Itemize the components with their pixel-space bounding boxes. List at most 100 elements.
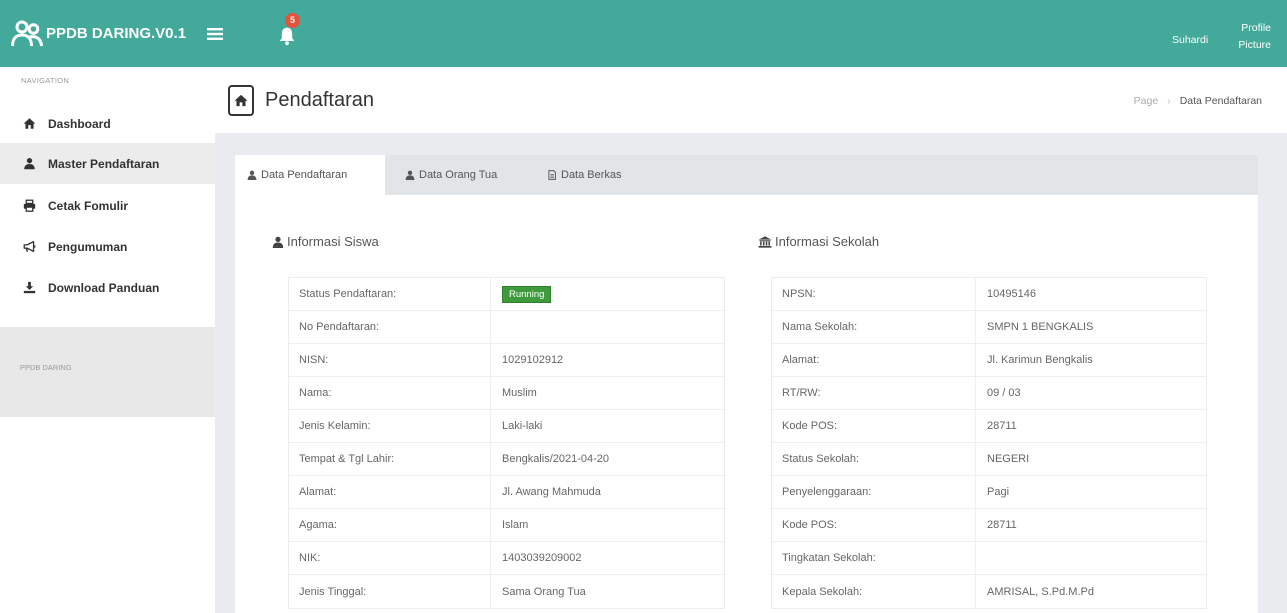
row-value: 28711 [987,420,1017,432]
row-value: Jl. Awang Mahmuda [502,486,601,498]
table-row: Tempat & Tgl Lahir: Bengkalis/2021-04-20 [289,443,724,476]
row-label: Alamat: [772,344,976,376]
row-value: Laki-laki [502,420,543,432]
row-value: NEGERI [987,453,1030,465]
tab-label: Data Berkas [561,169,622,181]
download-icon [23,281,36,294]
row-label: Alamat: [289,476,491,508]
table-row: Agama: Islam [289,509,724,542]
page-header: Pendaftaran Page › Data Pendaftaran [215,67,1287,133]
tab-data-orang-tua[interactable]: Data Orang Tua [393,155,527,195]
sidebar-footer-text: PPDB DARING [20,363,72,372]
tab-data-pendaftaran[interactable]: Data Pendaftaran [235,155,385,195]
tab-panel: Informasi Siswa Status Pendaftaran: Runn… [235,195,1258,613]
row-label: Jenis Kelamin: [289,410,491,442]
user-icon [405,170,415,180]
row-value [976,542,1206,574]
table-row: No Pendaftaran: [289,311,724,344]
user-name[interactable]: Suhardi [1172,34,1208,46]
row-value: AMRISAL, S.Pd.M.Pd [987,585,1094,598]
tab-data-berkas[interactable]: Data Berkas [535,155,645,195]
bank-icon [758,235,772,248]
table-row: Kepala Sekolah: AMRISAL, S.Pd.M.Pd [772,575,1206,608]
breadcrumb-current: Data Pendaftaran [1179,95,1262,107]
table-row: Tingkatan Sekolah: [772,542,1206,575]
nav-header: NAVIGATION [21,76,70,85]
page-title: Pendaftaran [265,89,374,111]
main-content: Pendaftaran Page › Data Pendaftaran Data… [215,67,1287,613]
row-label: Nama Sekolah: [772,311,976,343]
sidebar-item-pengumuman[interactable]: Pengumuman [0,226,215,267]
row-value: Jl. Karimun Bengkalis [987,354,1093,366]
row-value: 28711 [987,519,1017,531]
row-label: Jenis Tinggal: [289,575,491,608]
row-value: 09 / 03 [987,387,1021,399]
sekolah-table: NPSN: 10495146 Nama Sekolah: SMPN 1 BENG… [771,277,1207,609]
row-value: Muslim [502,387,537,399]
siswa-table: Status Pendaftaran: Running No Pendaftar… [288,277,725,609]
row-label: NPSN: [772,278,976,310]
row-label: Tempat & Tgl Lahir: [289,443,491,475]
table-row: Jenis Tinggal: Sama Orang Tua [289,575,724,608]
table-row: Nama Sekolah: SMPN 1 BENGKALIS [772,311,1206,344]
user-icon [247,170,257,180]
sidebar-item-label: Pengumuman [48,239,128,254]
row-value: 10495146 [987,288,1036,300]
sidebar-item-label: Dashboard [48,116,111,131]
sidebar-item-master-pendaftaran[interactable]: Master Pendaftaran [0,143,215,184]
hamburger-icon[interactable] [207,27,223,41]
brand-title[interactable]: PPDB DARING.V0.1 [46,25,186,43]
table-row: Alamat: Jl. Karimun Bengkalis [772,344,1206,377]
sidebar-item-label: Master Pendaftaran [48,156,160,171]
sidebar-item-label: Cetak Fomulir [48,198,129,213]
row-label: Kode POS: [772,509,976,541]
top-navbar: PPDB DARING.V0.1 5 Suhardi Profile Pictu… [0,0,1287,67]
avatar[interactable]: Profile Picture [1229,20,1271,54]
row-value: Sama Orang Tua [502,585,586,598]
row-value: 1403039209002 [502,552,582,564]
section-title-siswa: Informasi Siswa [272,234,379,249]
row-value [491,311,724,343]
tab-label: Data Pendaftaran [261,169,348,181]
table-row: Kode POS: 28711 [772,410,1206,443]
bell-icon[interactable] [278,26,296,46]
section-title-text: Informasi Siswa [287,234,379,249]
table-row: RT/RW: 09 / 03 [772,377,1206,410]
tab-bar: Data Pendaftaran Data Orang Tua Data Ber… [235,155,1258,195]
row-label: No Pendaftaran: [289,311,491,343]
row-label: Status Pendaftaran: [289,278,491,310]
file-icon [547,170,557,180]
row-label: Tingkatan Sekolah: [772,542,976,574]
row-value: Pagi [987,486,1010,498]
table-row: NISN: 1029102912 [289,344,724,377]
table-row: Status Pendaftaran: Running [289,278,724,311]
row-label: NIK: [289,542,491,574]
row-label: NISN: [289,344,491,376]
sidebar-footer: PPDB DARING [0,327,215,417]
row-value: Running [491,278,724,310]
users-icon [10,19,44,49]
row-label: Kode POS: [772,410,976,442]
sidebar-item-cetak-fomulir[interactable]: Cetak Fomulir [0,185,215,226]
sidebar-item-dashboard[interactable]: Dashboard [0,103,215,144]
row-label: Penyelenggaraan: [772,476,976,508]
table-row: NPSN: 10495146 [772,278,1206,311]
row-value: Bengkalis/2021-04-20 [502,453,610,465]
table-row: Alamat: Jl. Awang Mahmuda [289,476,724,509]
row-label: Kepala Sekolah: [772,575,976,608]
home-icon [23,117,36,130]
row-value: 1029102912 [502,354,564,366]
row-label: Agama: [289,509,491,541]
breadcrumb-page-link[interactable]: Page [1134,95,1159,107]
user-icon [23,157,36,170]
section-title-text: Informasi Sekolah [775,234,880,249]
user-icon [272,236,284,248]
notification-count-badge: 5 [285,13,300,28]
sidebar-item-download-panduan[interactable]: Download Panduan [0,267,215,308]
print-icon [23,199,36,212]
section-title-sekolah: Informasi Sekolah [758,234,879,249]
row-label: RT/RW: [772,377,976,409]
row-label: Nama: [289,377,491,409]
row-value: SMPN 1 BENGKALIS [987,321,1094,333]
sidebar: NAVIGATION Dashboard Master Pendaftaran … [0,67,215,613]
